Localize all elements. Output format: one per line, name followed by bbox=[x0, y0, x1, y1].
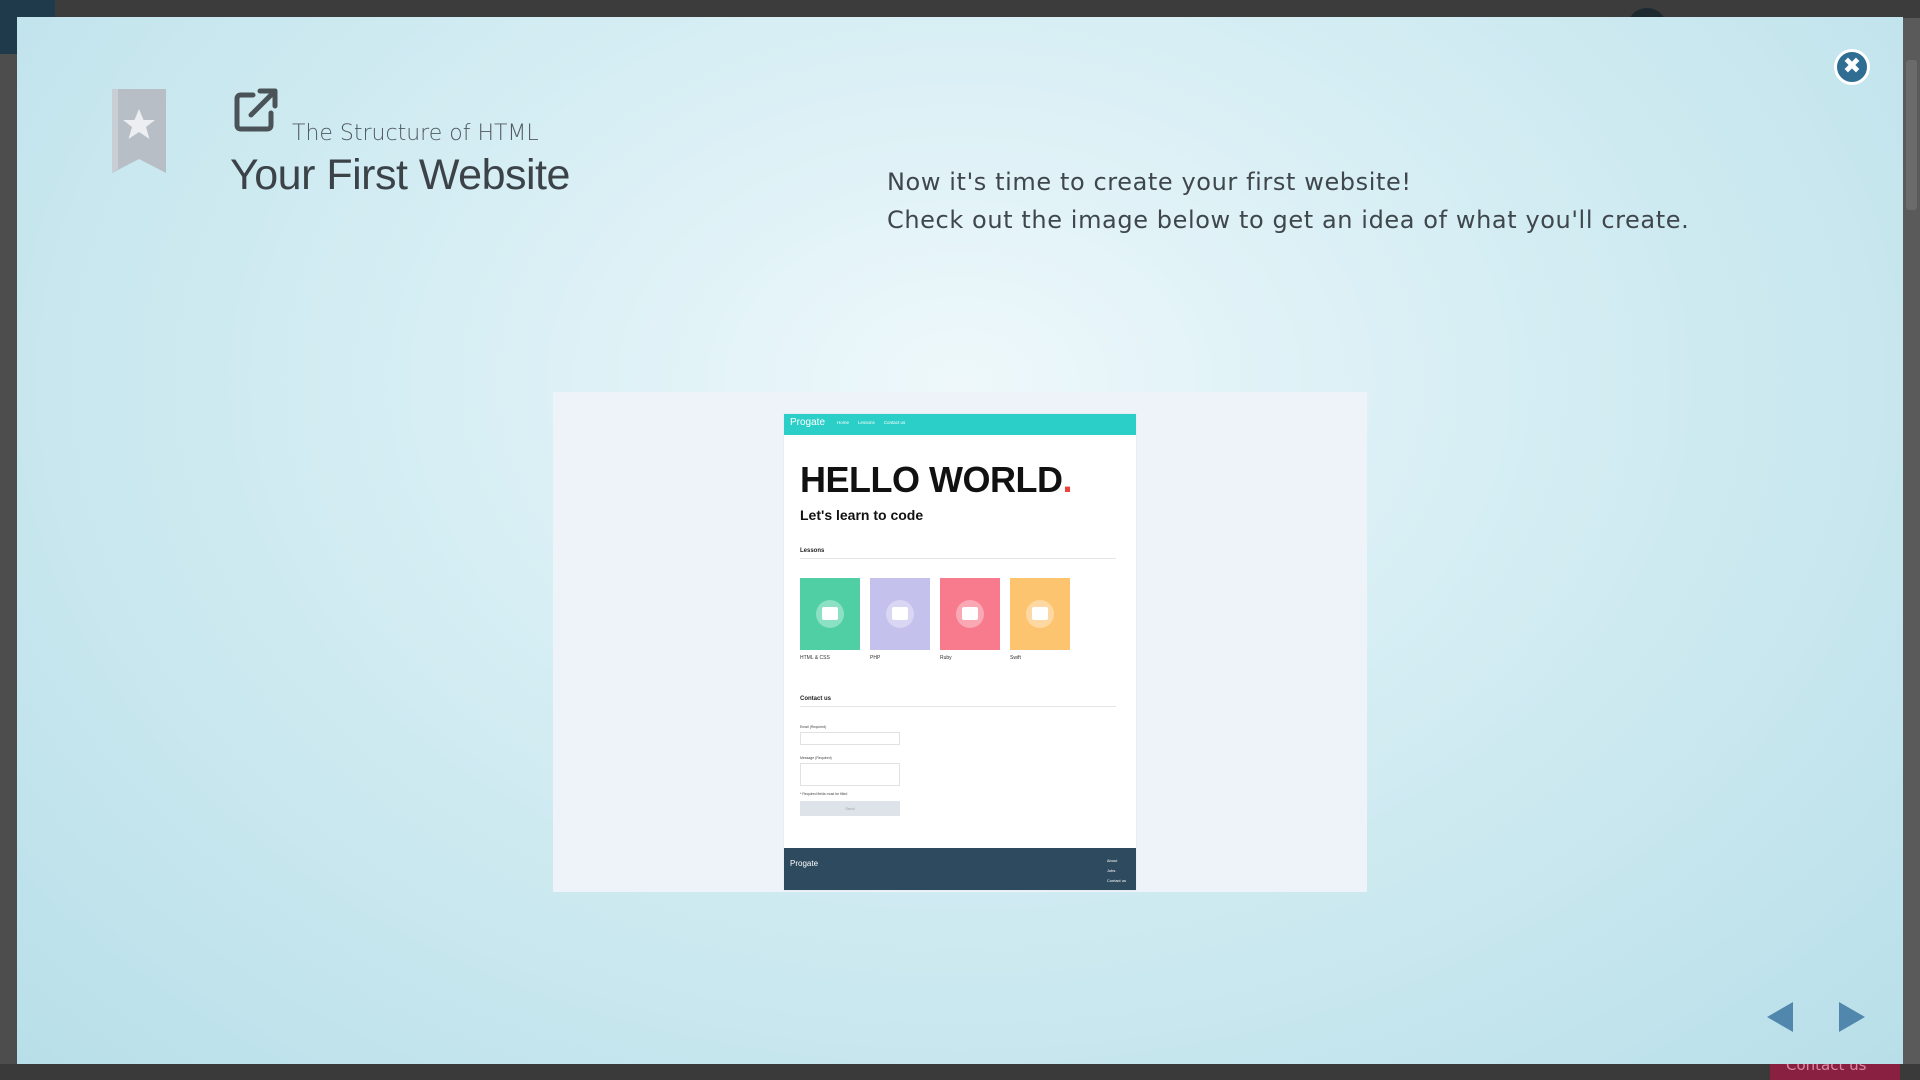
description-line-1: Now it's time to create your first websi… bbox=[887, 168, 1412, 196]
mock-message-label: Message (Required) bbox=[800, 756, 832, 760]
mock-lesson-card bbox=[800, 578, 860, 650]
mock-lesson-cards bbox=[800, 578, 1070, 650]
slide-description: Now it's time to create your first websi… bbox=[887, 163, 1787, 239]
mock-footer-link: Jobs bbox=[1106, 868, 1116, 873]
mock-message-input bbox=[800, 763, 900, 786]
mock-contact-heading: Contact us bbox=[800, 696, 832, 702]
mock-nav: Home Lessons Contact us bbox=[837, 420, 905, 425]
mock-headline-text: HELLO WORLD bbox=[800, 459, 1063, 500]
mock-lesson-label: HTML & CSS bbox=[800, 655, 830, 661]
bookmark-star-icon[interactable] bbox=[110, 89, 168, 173]
mock-website: Progate Home Lessons Contact us HELLO WO… bbox=[784, 414, 1136, 890]
mock-lesson-card bbox=[870, 578, 930, 650]
close-icon[interactable]: ✖ bbox=[1834, 49, 1870, 85]
triangle-left-icon[interactable] bbox=[1767, 1002, 1793, 1032]
mock-required-note: * Required fields must be filled bbox=[800, 792, 848, 796]
mock-nav-item: Contact us bbox=[883, 420, 906, 425]
mock-divider bbox=[800, 558, 1116, 559]
mock-logo: Progate bbox=[790, 417, 826, 428]
mock-divider bbox=[800, 706, 1116, 707]
mock-email-input bbox=[800, 732, 900, 745]
mock-lesson-card bbox=[1010, 578, 1070, 650]
mock-lesson-label: PHP bbox=[870, 655, 881, 661]
mock-subheadline: Let's learn to code bbox=[800, 507, 924, 523]
mock-footer: Progate About Jobs Contact us bbox=[784, 848, 1136, 890]
mock-headline-dot: . bbox=[1062, 459, 1072, 500]
mock-footer-link: Contact us bbox=[1106, 878, 1126, 883]
mock-footer-logo: Progate bbox=[790, 859, 819, 868]
mock-send-button: Send bbox=[800, 801, 900, 816]
mock-headline: HELLO WORLD. bbox=[800, 459, 1072, 501]
mock-footer-link: About bbox=[1106, 858, 1118, 863]
slide-modal: ✖ The Structure of HTML Your First Websi… bbox=[17, 17, 1903, 1064]
background-scrollbar-thumb bbox=[1906, 60, 1917, 210]
mock-email-label: Email (Required) bbox=[800, 725, 827, 729]
triangle-right-icon[interactable] bbox=[1839, 1002, 1865, 1032]
description-line-2: Check out the image below to get an idea… bbox=[887, 206, 1690, 234]
course-name: The Structure of HTML bbox=[292, 121, 539, 146]
mock-header: Progate Home Lessons Contact us bbox=[784, 414, 1136, 435]
mock-lesson-label: Ruby bbox=[940, 655, 952, 661]
background-bottombar bbox=[0, 1064, 1920, 1080]
mock-lesson-card bbox=[940, 578, 1000, 650]
mock-lessons-heading: Lessons bbox=[800, 548, 825, 554]
mock-lesson-labels: HTML & CSS PHP Ruby Swift bbox=[800, 655, 1070, 661]
page-title: Your First Website bbox=[230, 151, 570, 199]
external-link-icon[interactable] bbox=[233, 87, 281, 133]
mock-nav-item: Home bbox=[837, 420, 850, 425]
website-preview-image: Progate Home Lessons Contact us HELLO WO… bbox=[553, 392, 1367, 892]
mock-footer-links: About Jobs Contact us bbox=[1107, 858, 1126, 883]
mock-nav-item: Lessons bbox=[858, 420, 875, 425]
mock-lesson-label: Swift bbox=[1010, 655, 1021, 661]
